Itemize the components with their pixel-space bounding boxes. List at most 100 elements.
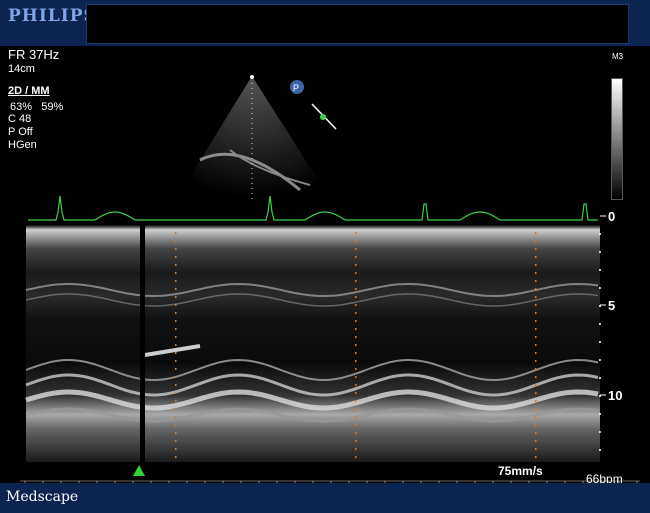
timing-dot bbox=[535, 272, 537, 274]
timing-dot bbox=[535, 392, 537, 394]
ultrasound-scene: P 0 5 10 bbox=[20, 75, 640, 488]
timing-dot bbox=[535, 288, 537, 290]
timing-dot bbox=[355, 288, 357, 290]
timing-dot bbox=[175, 360, 177, 362]
timing-dot bbox=[175, 424, 177, 426]
timing-dot bbox=[175, 264, 177, 266]
timing-dot bbox=[355, 352, 357, 354]
sweep-marker-icon bbox=[133, 465, 145, 476]
timing-dot bbox=[355, 256, 357, 258]
timing-dot bbox=[175, 376, 177, 378]
timing-dot bbox=[535, 320, 537, 322]
medscape-logo: Medscape bbox=[6, 489, 79, 505]
timing-dot bbox=[175, 304, 177, 306]
timing-dot bbox=[355, 432, 357, 434]
timing-dot bbox=[535, 336, 537, 338]
timing-dot bbox=[355, 328, 357, 330]
timing-dot bbox=[355, 360, 357, 362]
timing-dot bbox=[355, 296, 357, 298]
timing-dot bbox=[355, 304, 357, 306]
depth-dot bbox=[599, 431, 601, 433]
sweep-bar bbox=[140, 222, 145, 464]
timing-dot bbox=[175, 240, 177, 242]
depth-dot bbox=[599, 377, 601, 379]
timing-dot bbox=[355, 272, 357, 274]
timing-dot bbox=[175, 448, 177, 450]
timing-dot bbox=[175, 272, 177, 274]
timing-dot bbox=[535, 296, 537, 298]
sweep-speed: 75mm/s bbox=[498, 464, 543, 478]
timing-dot bbox=[535, 344, 537, 346]
depth-label-10: 10 bbox=[608, 388, 622, 403]
timing-dot bbox=[355, 264, 357, 266]
timing-dot bbox=[535, 360, 537, 362]
focus-icon bbox=[320, 114, 326, 120]
timing-dot bbox=[355, 376, 357, 378]
timing-dot bbox=[175, 408, 177, 410]
timing-dot bbox=[355, 456, 357, 458]
timing-dot bbox=[175, 320, 177, 322]
timing-dot bbox=[535, 352, 537, 354]
timing-dot bbox=[535, 368, 537, 370]
timing-dot bbox=[535, 376, 537, 378]
timing-dot bbox=[355, 384, 357, 386]
mmode-panel bbox=[26, 225, 600, 462]
sector-image bbox=[188, 76, 318, 198]
timing-dot bbox=[175, 384, 177, 386]
timing-dot bbox=[355, 280, 357, 282]
depth-dot bbox=[599, 251, 601, 253]
timing-dot bbox=[355, 312, 357, 314]
depth-label-5: 5 bbox=[608, 298, 615, 313]
timing-dot bbox=[355, 440, 357, 442]
depth-dot bbox=[599, 323, 601, 325]
footer-bar bbox=[0, 483, 650, 513]
timing-dot bbox=[535, 408, 537, 410]
timing-dot bbox=[535, 232, 537, 234]
depth-dot bbox=[599, 287, 601, 289]
timing-dot bbox=[175, 336, 177, 338]
timing-dot bbox=[535, 400, 537, 402]
timing-dot bbox=[355, 336, 357, 338]
timing-dot bbox=[175, 416, 177, 418]
timing-dot bbox=[535, 328, 537, 330]
timing-dot bbox=[535, 304, 537, 306]
timing-dot bbox=[355, 408, 357, 410]
timing-dot bbox=[355, 240, 357, 242]
ecg-trace bbox=[28, 195, 598, 221]
timing-dot bbox=[535, 448, 537, 450]
depth-dot bbox=[599, 269, 601, 271]
timing-dot bbox=[175, 440, 177, 442]
timing-dot bbox=[535, 240, 537, 242]
timing-dot bbox=[175, 288, 177, 290]
timing-dot bbox=[355, 424, 357, 426]
timing-dot bbox=[355, 392, 357, 394]
depth-label-0: 0 bbox=[608, 209, 615, 224]
timing-dot bbox=[355, 400, 357, 402]
timing-dot bbox=[535, 312, 537, 314]
timing-dot bbox=[175, 368, 177, 370]
timing-dot bbox=[535, 432, 537, 434]
apex-dot bbox=[250, 75, 254, 79]
timing-dot bbox=[175, 296, 177, 298]
timing-dot bbox=[175, 328, 177, 330]
timing-dot bbox=[175, 352, 177, 354]
timing-dot bbox=[355, 448, 357, 450]
timing-dot bbox=[535, 440, 537, 442]
depth-dot bbox=[599, 359, 601, 361]
orientation-marker-label: P bbox=[293, 83, 299, 93]
timing-dot bbox=[355, 320, 357, 322]
timing-dot bbox=[355, 344, 357, 346]
timing-dot bbox=[535, 456, 537, 458]
timing-dot bbox=[355, 232, 357, 234]
timing-dot bbox=[535, 264, 537, 266]
timing-dot bbox=[535, 248, 537, 250]
timing-dot bbox=[355, 248, 357, 250]
timing-dot bbox=[175, 400, 177, 402]
timing-dot bbox=[535, 384, 537, 386]
timing-dot bbox=[175, 280, 177, 282]
depth-dot bbox=[599, 233, 601, 235]
timing-dot bbox=[355, 416, 357, 418]
timing-dot bbox=[175, 432, 177, 434]
timing-dot bbox=[175, 232, 177, 234]
timing-dot bbox=[535, 424, 537, 426]
